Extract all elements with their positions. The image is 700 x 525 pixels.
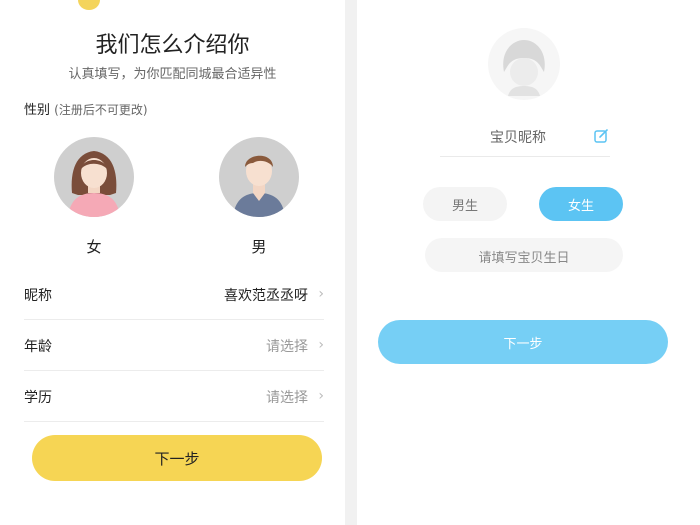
chevron-right-icon: › [318,337,324,353]
page-subtitle: 认真填写，为你匹配同城最合适异性 [68,67,277,82]
baby-birthday-placeholder: 请填写宝贝生日 [478,251,570,266]
female-caption: 女 [86,238,102,256]
male-avatar-option[interactable] [219,137,299,217]
chevron-right-icon: › [318,388,324,404]
age-label: 年龄 [24,339,52,355]
baby-avatar-upload[interactable] [488,28,560,100]
female-avatar-icon [68,151,120,217]
avatar-placeholder-icon [503,40,545,96]
left-screen: 我们怎么介绍你 认真填写，为你匹配同城最合适异性 性别 (注册后不可更改) 女 … [0,0,345,525]
baby-nickname-placeholder: 宝贝昵称 [490,130,546,146]
age-value: 请选择 [266,339,308,355]
right-screen: 宝贝昵称 男生 女生 请填写宝贝生日 下一步 [357,0,700,525]
next-button[interactable]: 下一步 [378,320,668,364]
gender-girl-option[interactable]: 女生 [539,187,623,221]
decor-dot [78,0,100,10]
age-row[interactable]: 年龄 请选择 › [24,319,324,371]
panel-divider [345,0,357,525]
male-avatar-icon [233,155,285,217]
gender-section-label: 性别 (注册后不可更改) [24,99,148,118]
male-caption: 男 [251,238,267,256]
edit-icon[interactable] [593,128,609,144]
nickname-row[interactable]: 昵称 喜欢范丞丞呀 › [24,268,324,320]
next-button[interactable]: 下一步 [32,435,322,481]
baby-nickname-field[interactable]: 宝贝昵称 [440,118,610,157]
education-value: 请选择 [266,390,308,406]
nickname-value: 喜欢范丞丞呀 [224,288,308,304]
female-avatar-option[interactable] [54,137,134,217]
chevron-right-icon: › [318,286,324,302]
page-title: 我们怎么介绍你 [95,33,250,58]
nickname-label: 昵称 [24,288,52,304]
gender-note: (注册后不可更改) [54,103,148,117]
gender-label-text: 性别 [24,103,51,118]
education-row[interactable]: 学历 请选择 › [24,370,324,422]
education-label: 学历 [24,390,52,406]
baby-birthday-field[interactable]: 请填写宝贝生日 [425,238,623,272]
gender-boy-option[interactable]: 男生 [423,187,507,221]
